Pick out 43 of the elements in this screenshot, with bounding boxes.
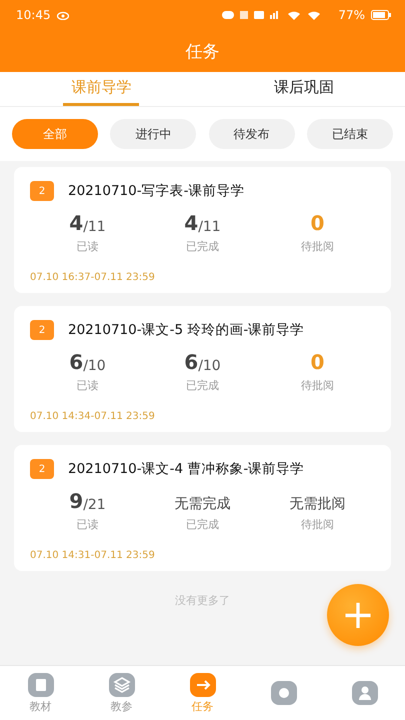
task-badge: 2	[30, 181, 54, 201]
stat-value: 9/21	[69, 489, 106, 513]
stat-label: 待批阅	[301, 378, 334, 393]
stat-label: 已完成	[186, 517, 219, 532]
stat-label: 已读	[76, 517, 98, 532]
task-title: 20210710-课文-5 玲玲的画-课前导学	[68, 321, 304, 339]
eye-icon	[56, 10, 69, 20]
stat-value: 6/10	[184, 350, 221, 374]
task-title: 20210710-课文-4 曹冲称象-课前导学	[68, 460, 304, 478]
stat-label: 已读	[76, 239, 98, 254]
task-time: 07.10 14:31-07.11 23:59	[30, 550, 156, 561]
stat-label: 待批阅	[301, 517, 334, 532]
filter-chip[interactable]: 进行中	[110, 119, 196, 149]
stat-value: 0	[310, 350, 324, 374]
end-of-list-note: 没有更多了	[174, 593, 231, 608]
stat-value: 4/11	[69, 211, 106, 235]
stat-label: 待批阅	[301, 239, 334, 254]
layers-icon	[108, 672, 134, 696]
task-card[interactable]: 2 20210710-写字表-课前导学 4/11 已读 4/11 已完成 0 待批阅 07.10 16:37-07.11 23:59	[14, 167, 391, 293]
battery-percent: 77%	[338, 8, 365, 22]
stat-value: 无需完成	[174, 495, 230, 513]
tab[interactable]: 课后巩固	[266, 72, 342, 106]
filter-chip[interactable]: 待发布	[208, 119, 295, 149]
task-badge: 2	[30, 459, 54, 479]
task-time: 07.10 14:34-07.11 23:59	[30, 411, 156, 422]
book-icon	[28, 672, 54, 696]
stat-value: 0	[310, 211, 324, 235]
stat-label: 已完成	[186, 378, 219, 393]
stat-value: 6/10	[69, 350, 106, 374]
person-icon	[352, 681, 378, 705]
battery-icon	[371, 10, 391, 20]
page-title: 任务	[186, 40, 220, 62]
task-title: 20210710-写字表-课前导学	[68, 182, 244, 200]
task-time: 07.10 16:37-07.11 23:59	[30, 272, 156, 283]
stat-value: 无需批阅	[290, 495, 346, 513]
task-card[interactable]: 2 20210710-课文-5 玲玲的画-课前导学 6/10 已读 6/10 已完成 0 待批阅 07.10 14:34-07.11 23:59	[14, 306, 391, 432]
filter-chip[interactable]: 已结束	[306, 119, 393, 149]
status-time: 10:45	[16, 8, 51, 22]
stat-label: 已完成	[186, 239, 219, 254]
task-badge: 2	[30, 320, 54, 340]
task-card[interactable]: 2 20210710-课文-4 曹冲称象-课前导学 9/21 已读 无需完成 已完成 无需批阅 待批阅 07.10 14:31-07.11 23:59	[14, 445, 391, 571]
stat-value: 4/11	[184, 211, 221, 235]
stat-label: 已读	[76, 378, 98, 393]
